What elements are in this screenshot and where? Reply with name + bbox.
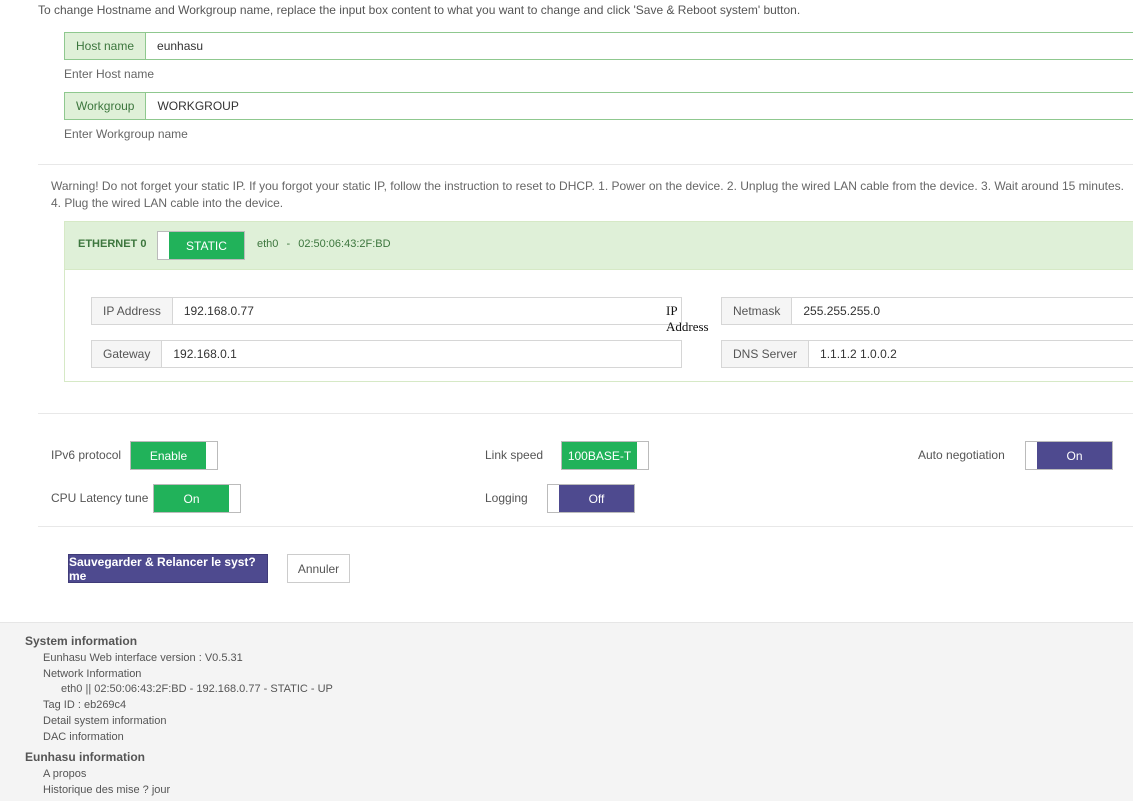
hostname-label: Host name [65,33,147,59]
auto-negotiation-value: On [1037,442,1112,469]
cpu-latency-label: CPU Latency tune [51,491,149,505]
workgroup-label: Workgroup [65,93,147,119]
ethernet-panel-header: ETHERNET 0 STATIC eth0 - 02:50:06:43:2F:… [65,222,1133,270]
static-ip-warning: Warning! Do not forget your static IP. I… [51,179,1124,210]
ipv6-label: IPv6 protocol [51,448,122,462]
workgroup-help: Enter Workgroup name [64,127,188,141]
gateway-label: Gateway [92,341,163,367]
cpu-latency-value: On [154,485,229,512]
ethernet-iface: eth0 [257,238,279,250]
footer: System information Eunhasu Web interface… [0,622,1133,801]
link-speed-label: Link speed [485,448,544,462]
link-speed-toggle[interactable]: 100BASE-T [561,441,649,470]
divider [38,413,1133,414]
ip-address-group: IP Address 192.168.0.77 [91,297,682,325]
intro-text: To change Hostname and Workgroup name, r… [38,3,801,17]
tag-id: Tag ID : eb269c4 [43,699,127,711]
toggle-knob [548,485,559,512]
hostname-input[interactable]: eunhasu [146,33,1133,59]
save-reboot-button[interactable]: Sauvegarder & Relancer le syst?me [68,554,268,583]
ethernet-mode-toggle[interactable]: STATIC [157,231,245,260]
gateway-group: Gateway 192.168.0.1 [91,340,682,368]
divider [38,526,1133,527]
cpu-latency-toggle[interactable]: On [153,484,241,513]
gateway-input[interactable]: 192.168.0.1 [162,341,681,367]
toggle-knob [1026,442,1037,469]
system-information-heading: System information [25,634,138,648]
workgroup-input[interactable]: WORKGROUP [146,93,1133,119]
hostname-group: Host name eunhasu [64,32,1133,60]
auto-negotiation-label: Auto negotiation [918,448,1005,462]
ip-address-input[interactable]: 192.168.0.77 [172,298,681,324]
update-history-link[interactable]: Historique des mise ? jour [43,784,170,796]
netmask-label: Netmask [722,298,793,324]
dac-information-link[interactable]: DAC information [43,731,124,743]
ethernet-mac-address: 02:50:06:43:2F:BD [298,238,391,250]
workgroup-group: Workgroup WORKGROUP [64,92,1133,120]
hostname-help: Enter Host name [64,67,155,81]
cancel-button[interactable]: Annuler [287,554,350,583]
ethernet-mac: eth0 - 02:50:06:43:2F:BD [257,238,391,250]
network-status-line: eth0 || 02:50:06:43:2F:BD - 192.168.0.77… [61,683,333,695]
ethernet-title: ETHERNET 0 [78,238,147,250]
tooltip-line-2: Address [666,319,709,334]
netmask-input[interactable]: 255.255.255.0 [792,298,1133,324]
auto-negotiation-toggle[interactable]: On [1025,441,1113,470]
detail-system-information-link[interactable]: Detail system information [43,715,167,727]
toggle-knob [229,485,240,512]
ip-address-tooltip: IP Address [666,303,709,335]
toggle-knob [206,442,217,469]
apropos-link[interactable]: A propos [43,768,86,780]
dns-group: DNS Server 1.1.1.2 1.0.0.2 [721,340,1133,368]
dns-label: DNS Server [722,341,810,367]
link-speed-value: 100BASE-T [562,442,637,469]
dns-input[interactable]: 1.1.1.2 1.0.0.2 [809,341,1133,367]
ipv6-toggle[interactable]: Enable [130,441,218,470]
divider [38,164,1133,165]
ethernet-mode-value: STATIC [169,232,244,259]
ethernet-mac-separator: - [286,238,291,250]
tooltip-line-1: IP [666,303,678,318]
network-information-link[interactable]: Network Information [43,668,141,680]
logging-label: Logging [485,491,528,505]
toggle-knob [637,442,648,469]
logging-toggle[interactable]: Off [547,484,635,513]
toggle-knob [158,232,169,259]
netmask-group: Netmask 255.255.255.0 [721,297,1133,325]
ip-address-label: IP Address [92,298,173,324]
ipv6-value: Enable [131,442,206,469]
logging-value: Off [559,485,634,512]
eunhasu-information-heading: Eunhasu information [25,750,145,764]
web-interface-version: Eunhasu Web interface version : V0.5.31 [43,652,243,664]
